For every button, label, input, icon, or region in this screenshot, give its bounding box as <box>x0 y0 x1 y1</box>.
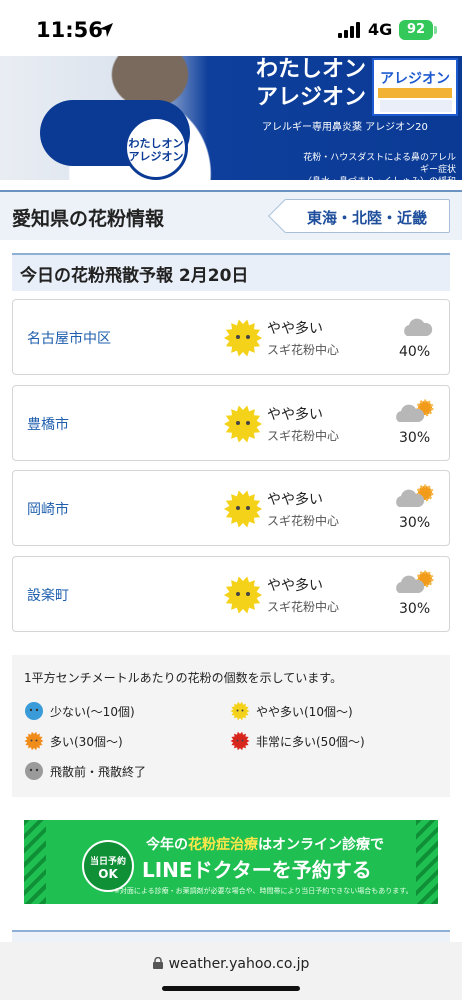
pollen-source: スギ花粉中心 <box>267 514 340 528</box>
ad-stripe-right <box>416 820 438 904</box>
same-day-badge: 当日予約 OK <box>82 840 134 892</box>
page-title: 愛知県の花粉情報 <box>12 208 165 230</box>
cloudy-sunny-icon <box>396 570 434 593</box>
ad-line-1-post: はオンライン診療で <box>258 837 384 853</box>
pollen-moderate-icon <box>224 404 262 443</box>
pollen-high-icon <box>24 731 44 751</box>
pollen-moderate-icon <box>224 319 262 357</box>
ad-headline: わたしオン アレジオン <box>256 57 367 110</box>
cloudy-sunny-icon <box>396 484 434 507</box>
region-tab[interactable]: 東海・北陸・近畿 <box>268 199 450 233</box>
pollen-level-icon <box>223 404 263 444</box>
pollen-source: スギ花粉中心 <box>267 343 340 357</box>
next-section-header <box>12 930 450 942</box>
forecast-header: 今日の花粉飛散予報 2月20日 <box>12 253 450 291</box>
ad-product-name: アレジオン <box>380 71 450 87</box>
ad-note: ※対面による診療・お薬調剤が必要な場合や、時間帯により当日予約できない場合もあり… <box>114 887 413 895</box>
legend-label: 少ない(〜10個) <box>50 705 135 719</box>
precipitation-chance: 30% <box>399 515 431 531</box>
legend-description: 1平方センチメートルあたりの花粉の個数を示しています。 <box>24 671 343 685</box>
precipitation-chance: 30% <box>399 429 431 446</box>
ad-line-1-pre: 今年の <box>146 837 188 853</box>
city-name[interactable]: 名古屋市中区 <box>27 328 111 348</box>
legend-icon <box>230 701 250 721</box>
legend-icon <box>230 731 250 751</box>
pollen-level: やや多い <box>267 577 323 594</box>
legend-icon <box>24 761 44 781</box>
pollen-level-icon <box>223 318 263 358</box>
region-tab-arrow-icon <box>268 199 302 233</box>
ad-product-sub <box>380 100 452 112</box>
pollen-low-icon <box>25 702 43 720</box>
city-card[interactable]: 名古屋市中区 やや多いスギ花粉中心 40% <box>12 299 450 375</box>
ad-badge: わたしオン アレジオン <box>124 116 188 180</box>
ad-line-1: 今年の花粉症治療はオンライン診療で <box>146 834 384 854</box>
ad-line-2: LINEドクターを予約する <box>142 858 372 882</box>
location-arrow-icon <box>99 23 113 37</box>
legend-label: 非常に多い(50個〜) <box>256 735 365 749</box>
url-text: weather.yahoo.co.jp <box>168 956 310 972</box>
city-card[interactable]: 設楽町 やや多いスギ花粉中心 30% <box>12 555 450 632</box>
pollen-moderate-icon <box>224 490 262 528</box>
status-time: 11:56 <box>36 18 103 42</box>
battery-tip <box>434 26 437 34</box>
ad-banner[interactable]: わたしオン アレジオン わたしオン アレジオン アレジオン アレルギー専用鼻炎薬… <box>0 56 462 180</box>
pollen-level: やや多い <box>267 321 323 337</box>
legend: 1平方センチメートルあたりの花粉の個数を示しています。 少ない(〜10個) やや多… <box>12 655 450 797</box>
region-tab-label: 東海・北陸・近畿 <box>307 209 428 227</box>
legend-label: やや多い(10個〜) <box>256 705 353 719</box>
pollen-source: スギ花粉中心 <box>267 428 340 443</box>
home-indicator[interactable] <box>162 986 300 991</box>
cloudy-icon <box>404 318 433 336</box>
precipitation-chance: 30% <box>399 600 431 617</box>
pollen-level-icon <box>223 575 263 615</box>
cloudy-sunny-icon <box>396 399 434 422</box>
ad-product-strip <box>378 88 452 98</box>
pollen-source: スギ花粉中心 <box>267 599 340 614</box>
pollen-level-icon <box>223 489 263 529</box>
ad-fineprint: 花粉・ハウスダストによる鼻のアレルギー症状 （鼻水・鼻づまり・くしゃみ）の緩和に <box>303 153 456 180</box>
legend-label: 飛散前・飛散終了 <box>50 765 147 779</box>
pollen-level: やや多い <box>267 406 323 423</box>
status-bar: 11:56 4G 92 <box>0 0 462 56</box>
pollen-very-high-icon <box>230 731 250 751</box>
legend-label: 多い(30個〜) <box>50 735 123 749</box>
city-card[interactable]: 岡崎市 やや多いスギ花粉中心 30% <box>12 470 450 546</box>
signal-icon <box>338 22 360 38</box>
ad-stripe-left <box>24 820 46 904</box>
badge-ok-text: OK <box>98 867 118 881</box>
city-card[interactable]: 豊橋市 やや多いスギ花粉中心 30% <box>12 384 450 461</box>
legend-icon <box>24 731 44 751</box>
legend-icon <box>24 701 44 721</box>
badge-top-text: 当日予約 <box>89 857 126 867</box>
ad-line-1-highlight: 花粉症治療 <box>188 837 258 853</box>
pollen-moderate-icon <box>224 575 262 614</box>
region-header: 愛知県の花粉情報 東海・北陸・近畿 <box>0 190 462 240</box>
city-name[interactable]: 豊橋市 <box>27 414 69 434</box>
network-label: 4G <box>368 20 393 39</box>
pollen-moderate-icon <box>230 701 250 721</box>
lock-icon <box>152 957 163 969</box>
browser-bar: weather.yahoo.co.jp <box>0 942 462 1000</box>
url-bar[interactable]: weather.yahoo.co.jp <box>0 956 462 972</box>
line-doctor-ad[interactable]: 当日予約 OK 今年の花粉症治療はオンライン診療で LINEドクターを予約する … <box>24 820 438 904</box>
pollen-none-icon <box>25 762 43 780</box>
city-name[interactable]: 設楽町 <box>27 585 69 605</box>
precipitation-chance: 40% <box>399 344 431 360</box>
ad-caption: アレルギー専用鼻炎薬 アレジオン20 <box>262 122 428 133</box>
city-name[interactable]: 岡崎市 <box>27 499 69 519</box>
pollen-level: やや多い <box>267 492 323 508</box>
forecast-title: 今日の花粉飛散予報 2月20日 <box>20 266 249 286</box>
battery-icon: 92 <box>399 20 433 40</box>
page: 11:56 4G 92 わたしオン アレジオン わたしオン アレジオン アレジオ… <box>0 0 462 1000</box>
ad-product-image: アレジオン <box>372 58 458 116</box>
